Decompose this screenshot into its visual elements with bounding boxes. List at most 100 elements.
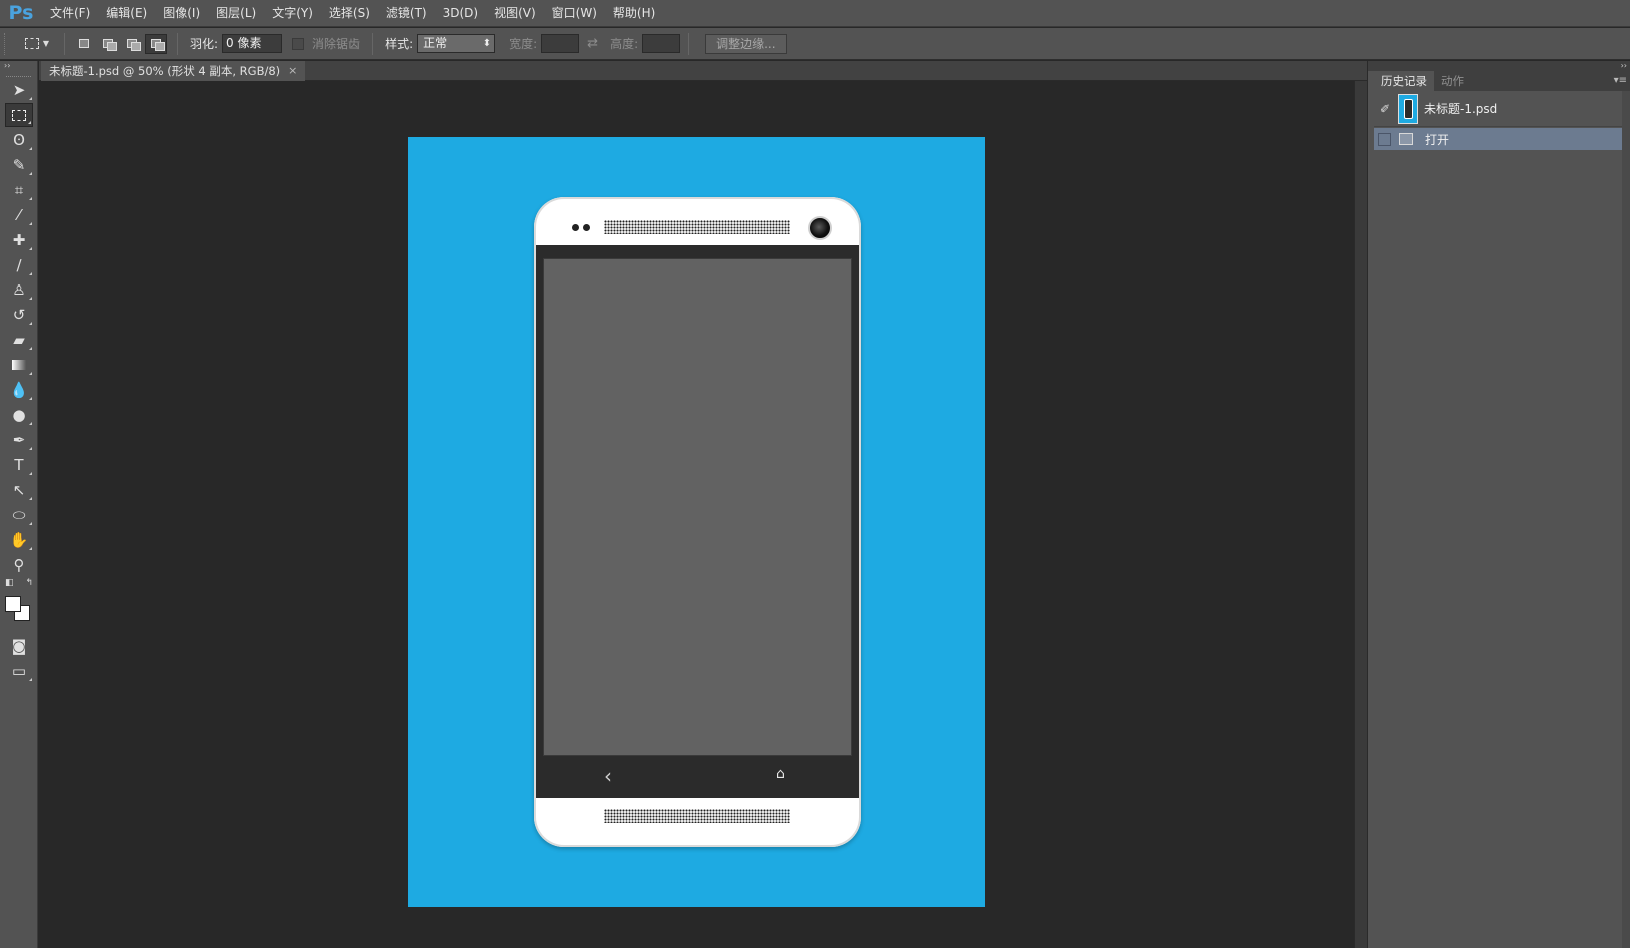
menu-image[interactable]: 图像(I) <box>155 0 208 27</box>
history-brush-source-icon[interactable]: ✐ <box>1374 102 1396 116</box>
antialias-label: 消除锯齿 <box>312 37 361 51</box>
panel-tab-bar: 历史记录 动作 ▾≡ <box>1374 71 1630 91</box>
swap-colors-icon[interactable]: ↰ <box>25 578 33 588</box>
menu-filter[interactable]: 滤镜(T) <box>378 0 435 27</box>
history-panel: ›› 历史记录 动作 ▾≡ ✐ 未标题-1.psd 打开 <box>1367 61 1630 948</box>
document-tab-bar: 未标题-1.psd @ 50% (形状 4 副本, RGB/8) × <box>39 61 1367 81</box>
subtract-selection-button[interactable] <box>121 34 143 54</box>
canvas-scrollbar[interactable] <box>1354 81 1367 948</box>
new-selection-icon <box>79 39 89 48</box>
panel-scrollbar[interactable] <box>1622 91 1630 948</box>
divider <box>372 32 374 55</box>
canvas-area[interactable]: ‹ ⌂ <box>39 81 1367 948</box>
dodge-tool-icon[interactable]: ● <box>5 403 33 427</box>
collapse-panel-icon[interactable]: ›› <box>1368 61 1630 71</box>
top-speaker-grille <box>604 220 790 234</box>
menu-edit[interactable]: 编辑(E) <box>98 0 155 27</box>
swap-dimensions-icon[interactable]: ⇄ <box>587 36 598 51</box>
history-step-checkbox[interactable] <box>1378 132 1391 146</box>
screen-mode-icon[interactable]: ▭ <box>5 659 33 683</box>
feather-input[interactable]: 0 像素 <box>222 34 283 53</box>
lasso-tool-icon[interactable]: ʘ <box>5 128 33 152</box>
chevron-down-icon: ▼ <box>42 39 50 48</box>
menu-select[interactable]: 选择(S) <box>321 0 378 27</box>
eraser-tool-icon[interactable]: ▰ <box>5 328 33 352</box>
menu-bar: Ps 文件(F) 编辑(E) 图像(I) 图层(L) 文字(Y) 选择(S) 滤… <box>0 0 1630 27</box>
document-tab[interactable]: 未标题-1.psd @ 50% (形状 4 副本, RGB/8) × <box>41 61 306 81</box>
antialias-checkbox[interactable] <box>292 37 305 50</box>
ps-logo: Ps <box>8 2 34 24</box>
panel-menu-icon[interactable]: ▾≡ <box>1614 71 1630 91</box>
menu-type[interactable]: 文字(Y) <box>264 0 321 27</box>
clone-stamp-tool-icon[interactable]: ♙ <box>5 278 33 302</box>
add-to-selection-button[interactable] <box>97 34 119 54</box>
menu-view[interactable]: 视图(V) <box>486 0 544 27</box>
tab-history[interactable]: 历史记录 <box>1374 71 1434 91</box>
snapshot-name: 未标题-1.psd <box>1424 102 1498 116</box>
history-snapshot[interactable]: ✐ 未标题-1.psd <box>1374 91 1626 127</box>
pen-tool-icon[interactable]: ✒ <box>5 428 33 452</box>
back-nav-icon: ‹ <box>604 764 612 788</box>
options-grip[interactable] <box>4 32 12 55</box>
width-label: 宽度: <box>509 37 538 51</box>
divider <box>177 32 178 55</box>
options-bar: ▼ 羽化: 0 像素 消除锯齿 样式: 正常 宽度: ⇄ 高度: 调整边缘... <box>0 28 1630 60</box>
subtract-selection-icon <box>127 39 141 51</box>
zoom-tool-icon[interactable]: ⚲ <box>5 553 33 577</box>
history-step[interactable]: 打开 <box>1374 128 1626 150</box>
blur-tool-icon[interactable]: 💧 <box>5 378 33 402</box>
brush-tool-icon[interactable]: ∕ <box>5 253 33 277</box>
close-icon[interactable]: × <box>288 61 297 81</box>
style-select[interactable]: 正常 <box>417 34 496 53</box>
eyedropper-tool-icon[interactable]: ⁄ <box>5 203 33 227</box>
ellipse-tool-icon[interactable]: ⬭ <box>5 503 33 527</box>
feather-label: 羽化: <box>190 37 219 51</box>
menu-file[interactable]: 文件(F) <box>42 0 98 27</box>
default-colors-icon[interactable]: ◧ <box>5 578 14 588</box>
add-selection-icon <box>103 39 117 51</box>
color-swatches <box>5 596 33 624</box>
photoshop-window: Ps 文件(F) 编辑(E) 图像(I) 图层(L) 文字(Y) 选择(S) 滤… <box>0 0 1630 948</box>
menu-help[interactable]: 帮助(H) <box>605 0 663 27</box>
path-select-tool-icon[interactable]: ↖ <box>5 478 33 502</box>
menu-3d[interactable]: 3D(D) <box>435 0 486 27</box>
gradient-tool-icon[interactable] <box>5 353 33 377</box>
foreground-color[interactable] <box>5 596 21 612</box>
phone-mockup: ‹ ⌂ <box>534 197 861 847</box>
quick-mask-icon[interactable]: ◙ <box>5 634 33 658</box>
height-input[interactable] <box>642 34 681 53</box>
refine-edge-button[interactable]: 调整边缘... <box>705 33 787 54</box>
intersect-selection-button[interactable] <box>145 33 167 54</box>
style-label: 样式: <box>385 37 414 51</box>
document-canvas[interactable]: ‹ ⌂ <box>408 137 985 907</box>
tab-actions[interactable]: 动作 <box>1434 71 1471 91</box>
height-label: 高度: <box>610 37 639 51</box>
tools-panel: ›› ➤ ʘ ✎ ⌗ ⁄ ✚ ∕ ♙ ↺ ▰ 💧 ● ✒ T ↖ ⬭ ✋ ⚲ ◧… <box>0 61 38 948</box>
history-brush-tool-icon[interactable]: ↺ <box>5 303 33 327</box>
healing-brush-tool-icon[interactable]: ✚ <box>5 228 33 252</box>
snapshot-thumbnail <box>1398 93 1418 124</box>
type-tool-icon[interactable]: T <box>5 453 33 477</box>
divider <box>64 32 65 55</box>
phone-screen <box>543 258 852 756</box>
quick-select-tool-icon[interactable]: ✎ <box>5 153 33 177</box>
document-tab-title: 未标题-1.psd @ 50% (形状 4 副本, RGB/8) <box>49 64 281 78</box>
rect-marquee-tool-icon[interactable] <box>5 103 33 127</box>
tool-preset-picker[interactable]: ▼ <box>18 33 56 55</box>
hand-tool-icon[interactable]: ✋ <box>5 528 33 552</box>
color-swap-controls: ◧ ↰ <box>5 578 33 588</box>
home-nav-icon: ⌂ <box>776 766 785 782</box>
collapse-panel-icon[interactable]: ›› <box>0 61 37 71</box>
crop-tool-icon[interactable]: ⌗ <box>5 178 33 202</box>
menu-window[interactable]: 窗口(W) <box>544 0 605 27</box>
menu-layer[interactable]: 图层(L) <box>208 0 264 27</box>
front-camera <box>808 216 832 240</box>
document-icon <box>1399 133 1413 145</box>
new-selection-button[interactable] <box>73 34 95 54</box>
rect-marquee-icon <box>24 38 39 49</box>
width-input[interactable] <box>541 34 580 53</box>
bottom-speaker-grille <box>604 809 790 823</box>
move-tool-icon[interactable]: ➤ <box>5 78 33 102</box>
phone-top-bezel <box>534 197 861 245</box>
tools-grip[interactable] <box>6 71 31 77</box>
